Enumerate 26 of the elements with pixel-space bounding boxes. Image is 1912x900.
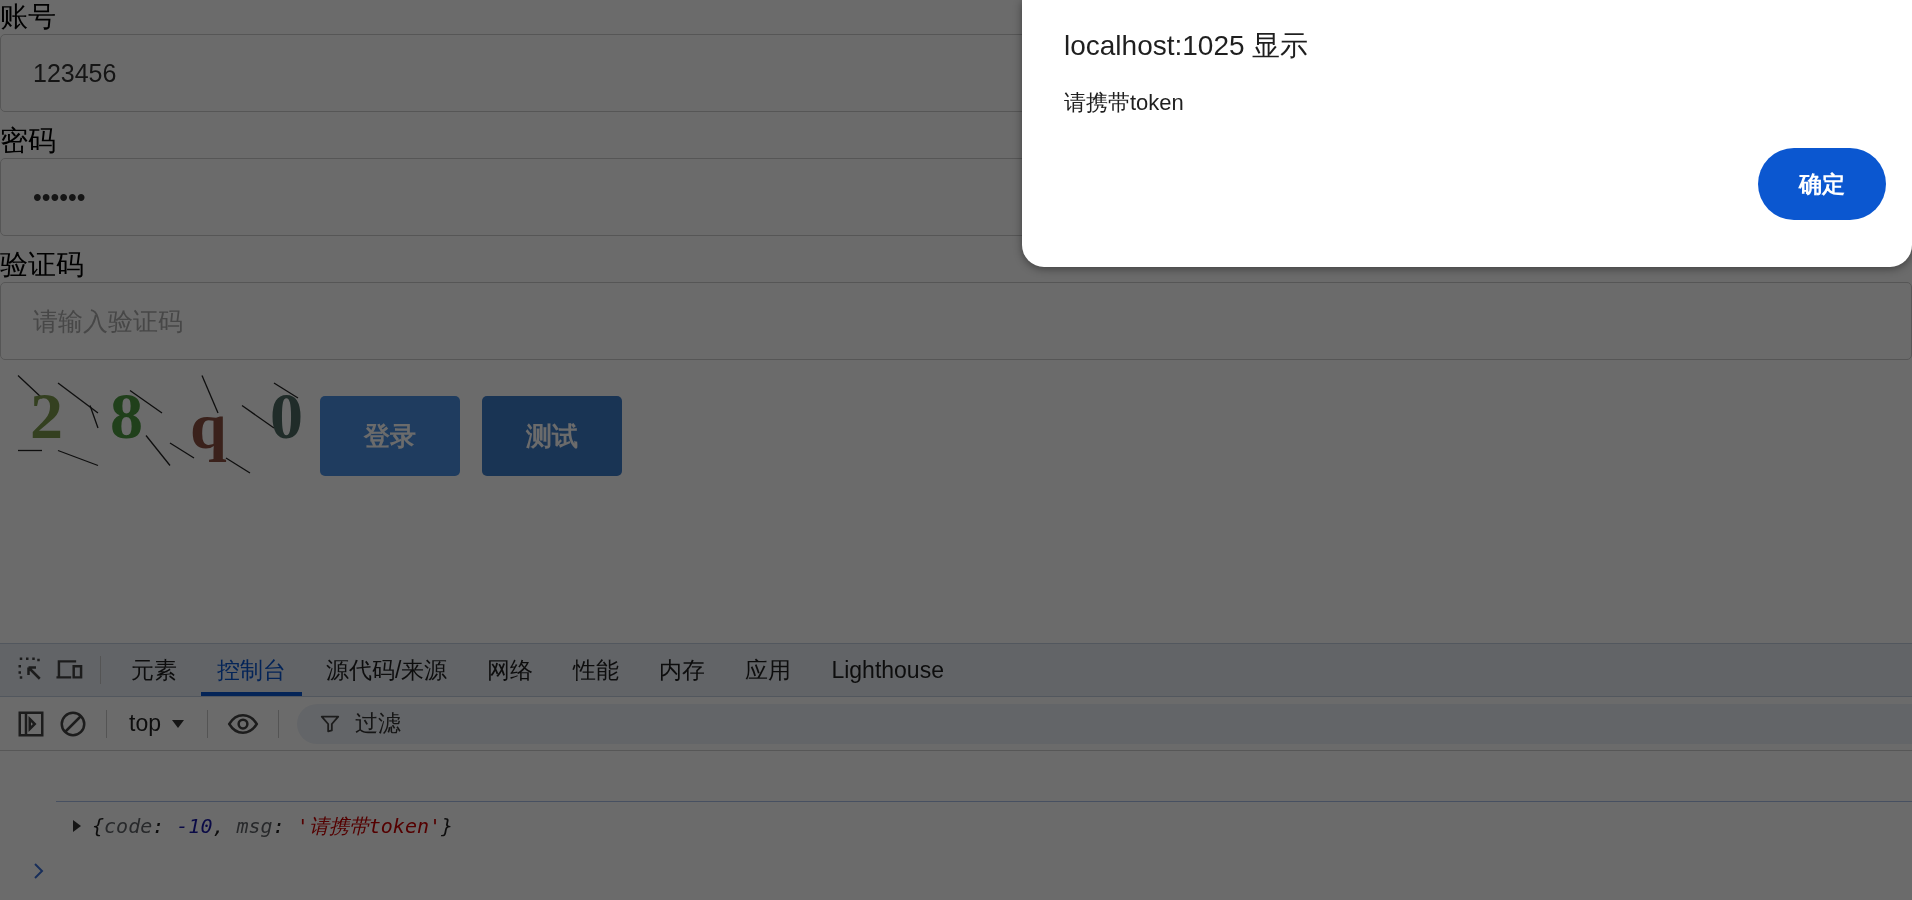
field-label: 验证码 <box>0 248 85 282</box>
prompt-icon <box>32 862 46 880</box>
form-button[interactable]: 测试 <box>482 396 622 476</box>
ok-button[interactable]: 确定 <box>1758 148 1886 220</box>
devtools-tab[interactable]: 应用 <box>729 644 808 696</box>
devtools-tab[interactable]: 内存 <box>643 644 722 696</box>
devtools-tab[interactable]: 元素 <box>115 644 193 696</box>
devtools-tab[interactable]: 性能 <box>557 644 636 696</box>
devtools-tab[interactable]: 控制台 <box>201 644 302 696</box>
field-label: 密码 <box>0 124 57 158</box>
caret-icon <box>171 718 185 729</box>
devtools-tab[interactable]: 网络 <box>471 644 550 696</box>
captcha-character: 0 <box>270 379 303 452</box>
captcha-image[interactable]: 2 8 q 0 <box>10 368 310 478</box>
devtools-tab[interactable]: Lighthouse <box>815 644 960 696</box>
expand-icon[interactable] <box>72 819 82 833</box>
filter-field[interactable]: 过滤 <box>297 703 1912 744</box>
captcha-character: q <box>190 389 227 462</box>
filter-input[interactable]: 过滤 <box>353 709 1912 738</box>
captcha-character: 8 <box>110 379 143 452</box>
devtools-tab[interactable]: 源代码/来源 <box>310 644 464 696</box>
captcha-character: 2 <box>30 379 63 452</box>
field-label: 账号 <box>0 0 57 34</box>
context-dropdown[interactable]: top <box>125 710 189 737</box>
log-message: {code: -10, msg: '请携带token'} <box>92 812 454 840</box>
form-button[interactable]: 登录 <box>320 396 460 476</box>
